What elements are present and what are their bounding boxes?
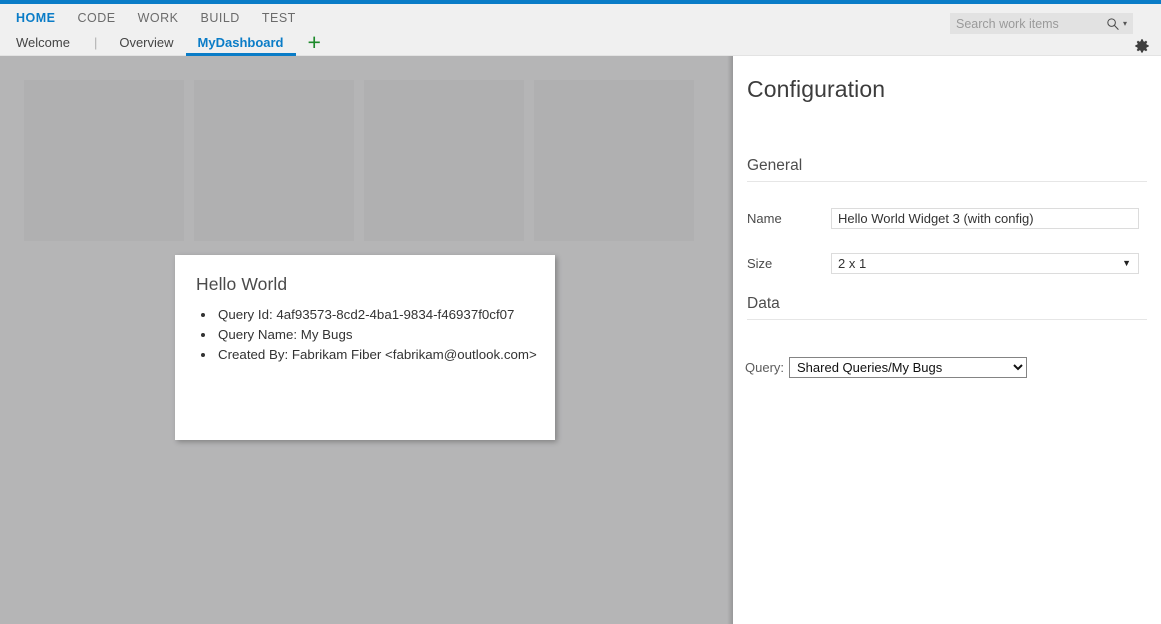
field-row-query: Query: Shared Queries/My BugsShared Quer… [745,357,1027,378]
widget-detail-list: Query Id: 4af93573-8cd2-4ba1-9834-f46937… [175,305,555,365]
field-row-size: Size 2 x 1 ▼ [747,253,1139,274]
size-dropdown[interactable]: 2 x 1 ▼ [831,253,1139,274]
widget-placeholder-tile [364,80,524,241]
chevron-down-icon: ▼ [1122,259,1138,268]
name-label: Name [747,211,831,226]
add-dashboard-icon[interactable]: + [296,32,333,52]
size-dropdown-value: 2 x 1 [832,256,1122,271]
search-scope-chevron-down-icon[interactable]: ▾ [1122,20,1133,28]
field-row-name: Name [747,208,1139,229]
section-heading-data: Data [747,295,1147,320]
primary-nav: HOME CODE WORK BUILD TEST [0,4,307,32]
nav-item-home[interactable]: HOME [0,11,67,25]
tab-overview[interactable]: Overview [107,32,185,56]
list-item: Query Id: 4af93573-8cd2-4ba1-9834-f46937… [216,305,555,325]
nav-item-test[interactable]: TEST [251,11,307,25]
gear-icon[interactable] [1133,38,1151,56]
search-box[interactable]: ▾ [950,13,1133,34]
nav-item-code[interactable]: CODE [67,11,127,25]
size-label: Size [747,256,831,271]
section-heading-general: General [747,157,1147,182]
dashboard-tabs: Welcome | Overview MyDashboard + [0,32,333,56]
app-header: HOME CODE WORK BUILD TEST Welcome | Over… [0,4,1161,56]
list-item: Created By: Fabrikam Fiber <fabrikam@out… [216,345,555,365]
tab-separator: | [84,32,107,53]
nav-item-build[interactable]: BUILD [190,11,251,25]
configuration-panel: Configuration General Name Size 2 x 1 ▼ … [733,56,1161,624]
widget-title: Hello World [175,255,555,295]
hello-world-widget[interactable]: Hello World Query Id: 4af93573-8cd2-4ba1… [175,255,555,440]
search-icon[interactable] [1104,15,1122,33]
widget-placeholder-tile [534,80,694,241]
widget-placeholder-tile [194,80,354,241]
query-label: Query: [745,360,789,375]
query-select[interactable]: Shared Queries/My BugsShared Queries/My … [789,357,1027,378]
app-root: HOME CODE WORK BUILD TEST Welcome | Over… [0,0,1161,624]
tab-welcome[interactable]: Welcome [0,32,84,56]
name-input[interactable] [831,208,1139,229]
widget-placeholder-tile [24,80,184,241]
list-item: Query Name: My Bugs [216,325,555,345]
tab-mydashboard[interactable]: MyDashboard [186,32,296,56]
nav-item-work[interactable]: WORK [127,11,190,25]
page-title: Configuration [733,56,1161,103]
search-input[interactable] [950,14,1104,33]
